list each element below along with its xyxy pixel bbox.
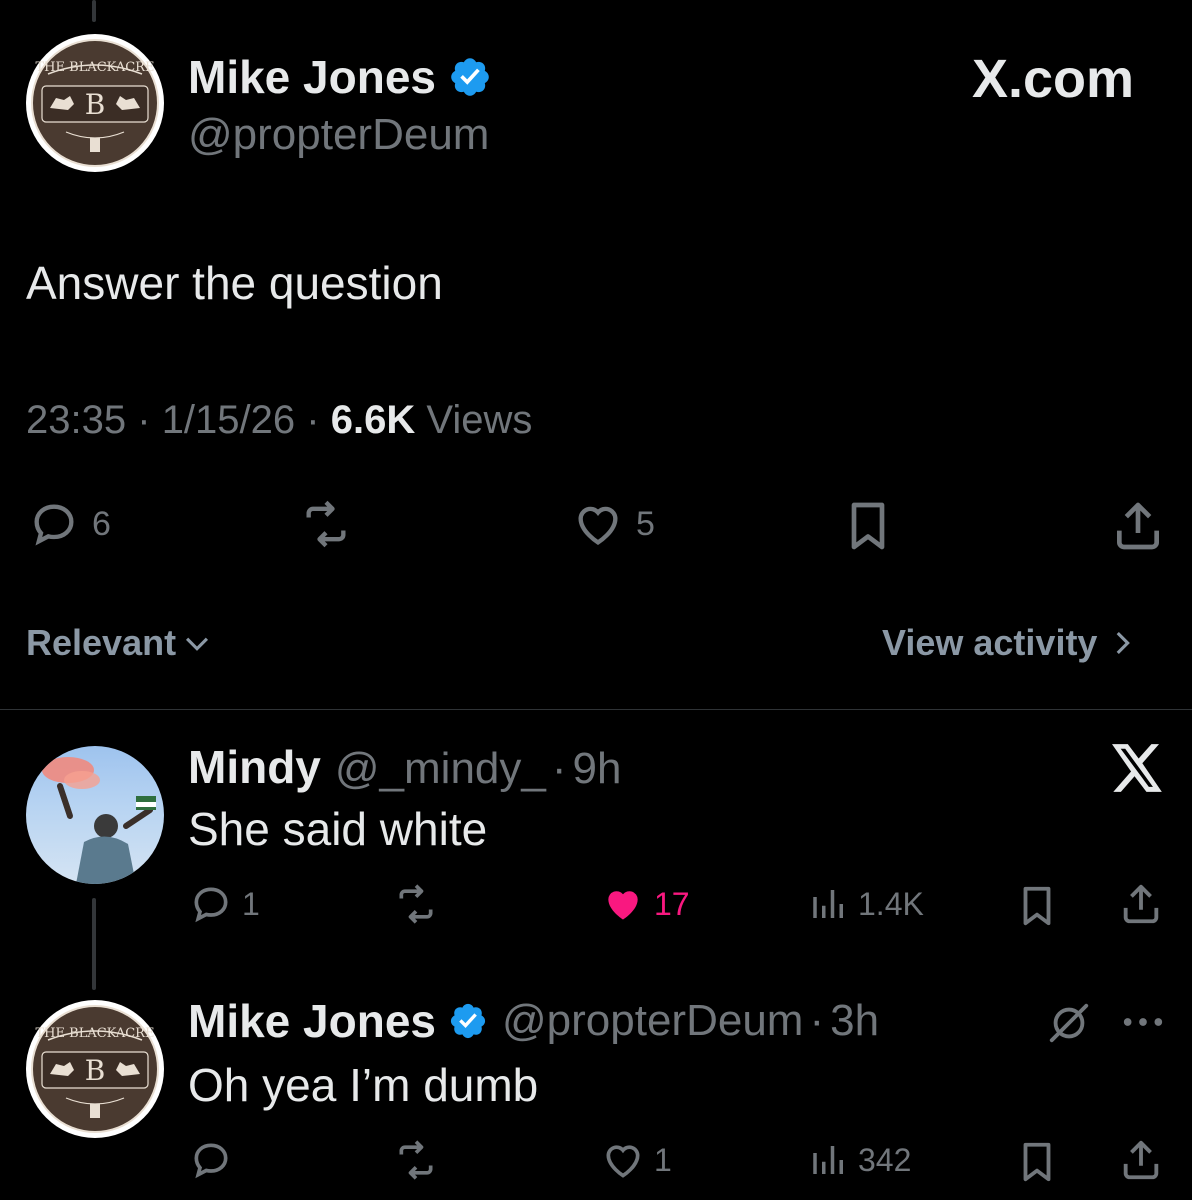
reply-time[interactable]: 3h [830,996,879,1046]
grok-icon [1049,1003,1089,1043]
reply-author-name[interactable]: Mindy [188,740,321,794]
views-count: 342 [858,1141,912,1178]
reply-author-name[interactable]: Mike Jones [188,994,436,1048]
bookmark-button[interactable] [840,498,896,554]
brand-label: X.com [972,49,1135,109]
reply-bookmark-button[interactable] [1014,1138,1060,1186]
reply-icon [34,504,74,546]
like-icon-filled [608,891,638,920]
bookmark-icon [1023,886,1051,926]
reply-button[interactable]: 6 [26,498,111,550]
reply-views-button[interactable]: 1.4K [808,882,924,926]
reply-count: 1 [242,885,260,922]
meta-separator: · [137,398,151,442]
meta-separator: · [809,996,825,1045]
svg-text:THE BLACKACRE: THE BLACKACRE [36,60,155,75]
chevron-right-icon [1117,631,1131,655]
reply-author-handle[interactable]: @_mindy_ [335,744,546,794]
repost-icon [399,884,433,924]
reply-author-handle[interactable]: @propterDeum [502,996,803,1046]
like-button[interactable]: 5 [570,498,655,550]
chevron-down-icon [186,637,209,651]
thread-connector-line [92,898,96,990]
like-count: 1 [654,1141,672,1178]
tweet-date[interactable]: 1/15/26 [162,398,295,442]
meta-separator: · [306,398,320,442]
svg-text:B: B [85,88,106,121]
reply-avatar-mindy[interactable] [26,746,164,884]
views-icon [813,1146,843,1174]
author-handle[interactable]: @propterDeum [188,110,489,160]
reply-like-button[interactable]: 1 [600,1138,672,1182]
repost-button[interactable] [295,498,357,550]
svg-text:B: B [85,1054,106,1087]
avatar-photo-illustration [42,757,156,884]
reply-icon [194,1143,228,1179]
blackacre-logo-icon: THE BLACKACRE B [31,1005,159,1133]
reply-text: She said white [188,803,488,855]
sort-dropdown[interactable]: Relevant [26,622,214,664]
reply-like-button[interactable]: 17 [600,882,690,926]
more-icon [1123,1018,1163,1026]
blackacre-logo-icon: THE BLACKACRE B [31,39,159,167]
view-activity-link[interactable]: View activity [882,622,1139,664]
like-icon [578,506,618,545]
reply-time[interactable]: 9h [573,744,622,794]
share-icon [1123,884,1159,924]
author-name-row[interactable]: Mike Jones [188,50,492,104]
like-count: 17 [654,885,690,922]
thread-connector-line [92,0,96,22]
reply-repost-button[interactable] [390,1138,442,1182]
like-count: 5 [636,504,655,543]
svg-text:THE BLACKACRE: THE BLACKACRE [36,1026,155,1041]
sort-relevant-label: Relevant [26,622,177,663]
author-name[interactable]: Mike Jones [188,50,436,104]
share-icon [1123,1140,1159,1180]
reply-bookmark-button[interactable] [1014,882,1060,930]
x-com-brand: X.com [972,48,1134,110]
bookmark-icon [1023,1142,1051,1182]
tweet-text: Answer the question [26,257,443,309]
tweet-detail-page: THE BLACKACRE B Mike Jones @propterDeum … [0,0,1192,1200]
share-icon [1117,502,1159,550]
reply-icon [194,887,228,923]
like-icon [606,1145,640,1178]
reply-count: 6 [92,504,111,543]
reply-repost-button[interactable] [390,882,442,926]
bookmark-icon [851,502,885,550]
reply-share-button[interactable] [1118,880,1164,928]
tweet-meta: 23:35 · 1/15/26 · 6.6K Views [26,398,532,443]
views-count: 1.4K [858,885,924,922]
author-avatar[interactable]: THE BLACKACRE B [26,34,164,172]
section-divider [0,709,1192,710]
views-count: 6.6K [330,398,416,442]
reply-avatar-mike[interactable]: THE BLACKACRE B [26,1000,164,1138]
reply-header: Mindy @_mindy_ · 9h [188,740,621,794]
tweet-time[interactable]: 23:35 [26,398,126,442]
view-activity-label: View activity [882,622,1098,663]
more-button[interactable] [1120,1004,1166,1045]
repost-icon [399,1140,433,1180]
verified-badge-icon [450,1003,486,1039]
meta-separator: · [551,744,567,793]
views-icon [813,890,843,918]
views-label: Views [426,398,533,442]
reply-reply-button[interactable] [188,1138,242,1182]
reply-reply-button[interactable]: 1 [188,882,260,926]
reply-share-button[interactable] [1118,1136,1164,1184]
repost-icon [306,500,346,548]
grok-button[interactable] [1046,1000,1092,1051]
reply-header: Mike Jones @propterDeum · 3h [188,994,879,1048]
reply-views-button[interactable]: 342 [808,1138,911,1182]
share-button[interactable] [1110,498,1166,554]
reply-text: Oh yea I’m dumb [188,1059,539,1111]
x-logo-icon [1112,744,1164,797]
verified-badge-icon [451,58,489,96]
